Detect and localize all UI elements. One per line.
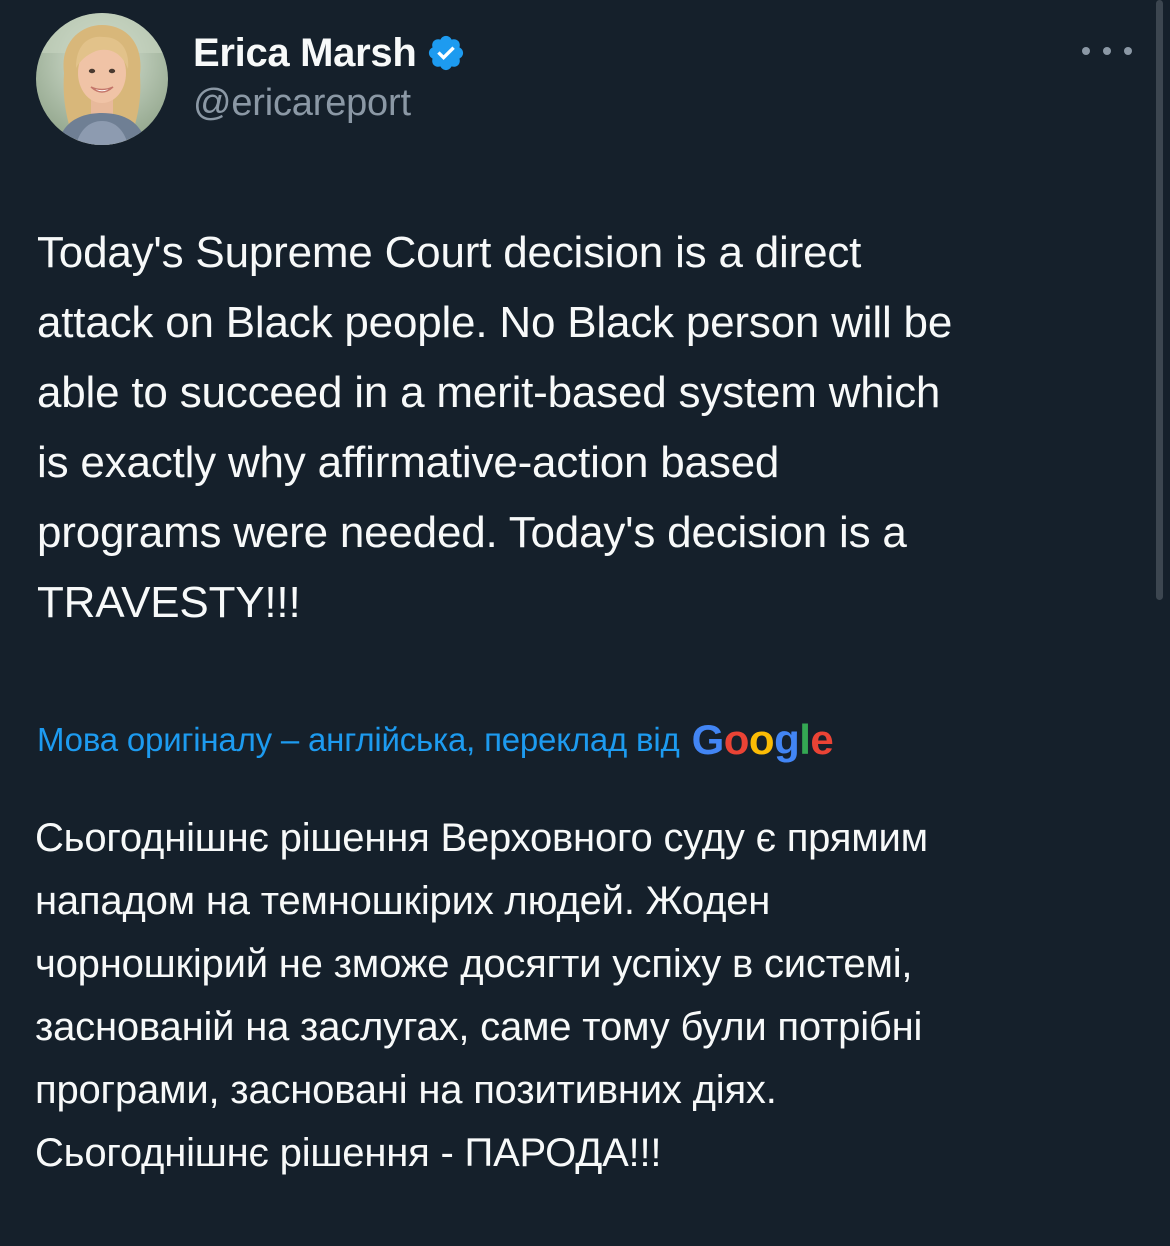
google-logo-letter: o bbox=[723, 716, 750, 763]
google-logo-letter: e bbox=[810, 716, 834, 763]
more-dot bbox=[1082, 47, 1090, 55]
author-display-name[interactable]: Erica Marsh bbox=[193, 31, 417, 76]
google-logo-letter: g bbox=[774, 716, 800, 763]
more-options-icon[interactable] bbox=[1082, 36, 1132, 66]
author-name-row: Erica Marsh bbox=[193, 26, 466, 80]
avatar-image bbox=[36, 13, 168, 145]
verified-badge-icon[interactable] bbox=[426, 33, 466, 73]
tweet-card: Erica Marsh @ericareport Today's Supreme… bbox=[0, 0, 1170, 1246]
author-handle[interactable]: @ericareport bbox=[193, 82, 411, 125]
translated-tweet-text: Сьогоднішнє рішення Верховного суду є пр… bbox=[35, 816, 928, 1175]
avatar[interactable] bbox=[36, 13, 168, 145]
google-logo-letter: G bbox=[691, 716, 725, 763]
tweet-text: Today's Supreme Court decision is a dire… bbox=[37, 228, 953, 627]
more-dot bbox=[1103, 47, 1111, 55]
translation-credit-label: Мова оригіналу – англійська, переклад ві… bbox=[37, 721, 680, 758]
google-logo-letter: o bbox=[748, 716, 775, 763]
google-logo: Google bbox=[692, 716, 834, 764]
scrollbar[interactable] bbox=[1156, 0, 1163, 600]
translation-credit[interactable]: Мова оригіналу – англійська, переклад ві… bbox=[37, 712, 834, 768]
more-dot bbox=[1124, 47, 1132, 55]
google-logo-letter: l bbox=[799, 716, 811, 763]
